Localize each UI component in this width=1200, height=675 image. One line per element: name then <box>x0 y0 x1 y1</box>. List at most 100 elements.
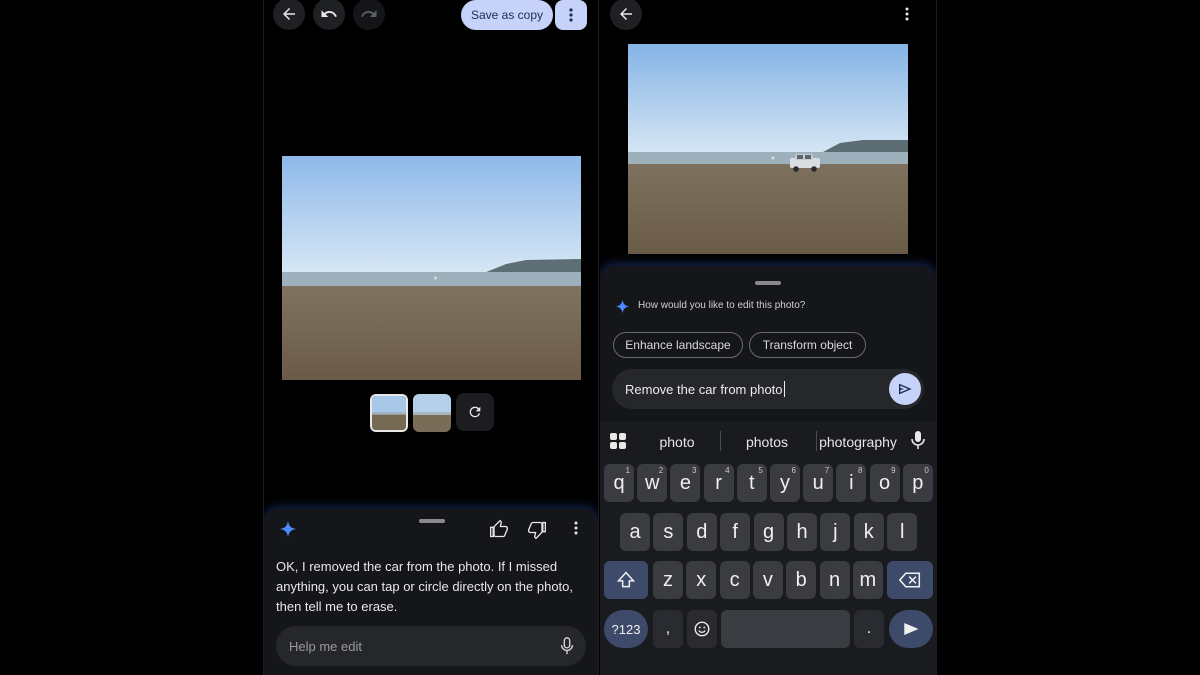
key-a[interactable]: a <box>620 513 650 551</box>
key-c[interactable]: c <box>719 561 750 599</box>
emoji-icon <box>694 621 710 637</box>
apps-grid-icon[interactable] <box>609 432 627 450</box>
period-key[interactable]: . <box>854 610 884 648</box>
key-l[interactable]: l <box>887 513 918 551</box>
comma-key[interactable]: , <box>653 610 683 648</box>
suggestion-separator <box>816 431 817 451</box>
save-as-copy-button[interactable]: Save as copy <box>461 0 553 30</box>
shift-key[interactable] <box>604 561 648 599</box>
key-w[interactable]: w2 <box>637 464 668 502</box>
edit-request-input[interactable]: Remove the car from photo <box>612 369 924 409</box>
key-label: q <box>613 471 625 494</box>
backspace-icon <box>899 572 921 588</box>
key-m[interactable]: m <box>852 561 883 599</box>
more-options-button[interactable] <box>555 0 587 30</box>
key-f[interactable]: f <box>720 513 751 551</box>
chip-enhance-landscape[interactable]: Enhance landscape <box>613 332 743 358</box>
enter-send-key[interactable] <box>889 610 933 648</box>
backspace-key[interactable] <box>887 561 933 599</box>
symbols-key[interactable]: ?123 <box>604 610 648 648</box>
variant-thumbnail-2[interactable] <box>413 394 451 432</box>
key-label: o <box>879 471 891 494</box>
key-s[interactable]: s <box>653 513 684 551</box>
key-d[interactable]: d <box>686 513 717 551</box>
send-button[interactable] <box>889 373 921 405</box>
key-number-hint: 9 <box>891 466 896 475</box>
gemini-response-text: OK, I removed the car from the photo. If… <box>276 559 574 614</box>
key-n[interactable]: n <box>819 561 850 599</box>
key-k[interactable]: k <box>853 513 884 551</box>
key-number-hint: 0 <box>924 466 929 475</box>
key-o[interactable]: o9 <box>869 464 900 502</box>
help-me-edit-placeholder: Help me edit <box>289 638 362 654</box>
chip-transform-object[interactable]: Transform object <box>749 332 866 358</box>
arrow-back-icon <box>620 8 632 20</box>
key-j[interactable]: j <box>820 513 851 551</box>
key-label: g <box>763 520 775 543</box>
sheet-drag-handle[interactable] <box>419 519 445 523</box>
key-label: r <box>715 471 722 494</box>
gemini-sparkle-icon <box>279 520 297 538</box>
key-label: k <box>863 520 874 543</box>
more-vert-icon[interactable] <box>905 7 909 21</box>
key-h[interactable]: h <box>787 513 817 551</box>
key-b[interactable]: b <box>786 561 817 599</box>
sheet-drag-handle[interactable] <box>755 281 781 285</box>
key-z[interactable]: z <box>653 561 683 599</box>
suggestion-1[interactable]: photo <box>648 431 706 453</box>
thumbs-down-icon[interactable] <box>527 520 547 540</box>
microphone-icon[interactable] <box>560 637 574 655</box>
edit-prompt-question: How would you like to edit this photo? <box>638 300 806 311</box>
key-number-hint: 6 <box>791 466 796 475</box>
key-u[interactable]: u7 <box>803 464 834 502</box>
key-number-hint: 3 <box>691 466 697 475</box>
key-e[interactable]: e3 <box>670 464 701 502</box>
back-button[interactable] <box>610 0 642 30</box>
regenerate-button[interactable] <box>456 393 494 431</box>
key-t[interactable]: t5 <box>736 464 767 502</box>
key-x[interactable]: x <box>686 561 717 599</box>
send-icon <box>904 623 919 635</box>
redo-button[interactable] <box>353 0 385 30</box>
on-screen-keyboard: photo photos photography ?123 , . q1w2e3… <box>600 421 936 675</box>
space-key[interactable] <box>721 610 850 648</box>
key-v[interactable]: v <box>752 561 783 599</box>
key-i[interactable]: i8 <box>836 464 867 502</box>
key-label: a <box>629 520 641 543</box>
refresh-icon <box>469 406 481 418</box>
suggestion-3[interactable]: photography <box>819 431 897 453</box>
key-p[interactable]: p0 <box>902 464 933 502</box>
key-label: c <box>729 568 740 591</box>
send-icon <box>899 383 912 395</box>
edited-photo[interactable] <box>282 156 581 380</box>
key-label: e <box>679 471 691 494</box>
variant-thumbnail-1[interactable] <box>370 394 408 432</box>
key-label: f <box>732 520 738 543</box>
thumbs-up-icon[interactable] <box>489 519 509 539</box>
key-label: w <box>644 471 660 494</box>
key-label: v <box>762 568 773 591</box>
key-q[interactable]: q1 <box>604 464 634 502</box>
key-label: i <box>849 471 854 494</box>
original-photo[interactable] <box>628 44 908 254</box>
emoji-key[interactable] <box>687 610 717 648</box>
microphone-icon[interactable] <box>911 430 925 450</box>
key-label: t <box>749 471 755 494</box>
key-g[interactable]: g <box>753 513 784 551</box>
more-vert-icon[interactable] <box>574 521 578 535</box>
gemini-sparkle-icon <box>615 299 630 314</box>
help-me-edit-input[interactable]: Help me edit <box>276 626 586 666</box>
suggestion-2[interactable]: photos <box>734 431 800 453</box>
key-y[interactable]: y6 <box>770 464 800 502</box>
key-label: p <box>912 471 924 494</box>
key-number-hint: 7 <box>824 466 830 475</box>
key-label: b <box>795 568 807 591</box>
more-vert-icon <box>569 8 573 22</box>
back-button[interactable] <box>273 0 305 30</box>
undo-icon <box>321 10 337 17</box>
undo-button[interactable] <box>313 0 345 30</box>
edit-request-text: Remove the car from photo <box>625 381 783 397</box>
text-cursor <box>783 381 785 397</box>
key-r[interactable]: r4 <box>703 464 734 502</box>
key-label: x <box>696 568 707 591</box>
